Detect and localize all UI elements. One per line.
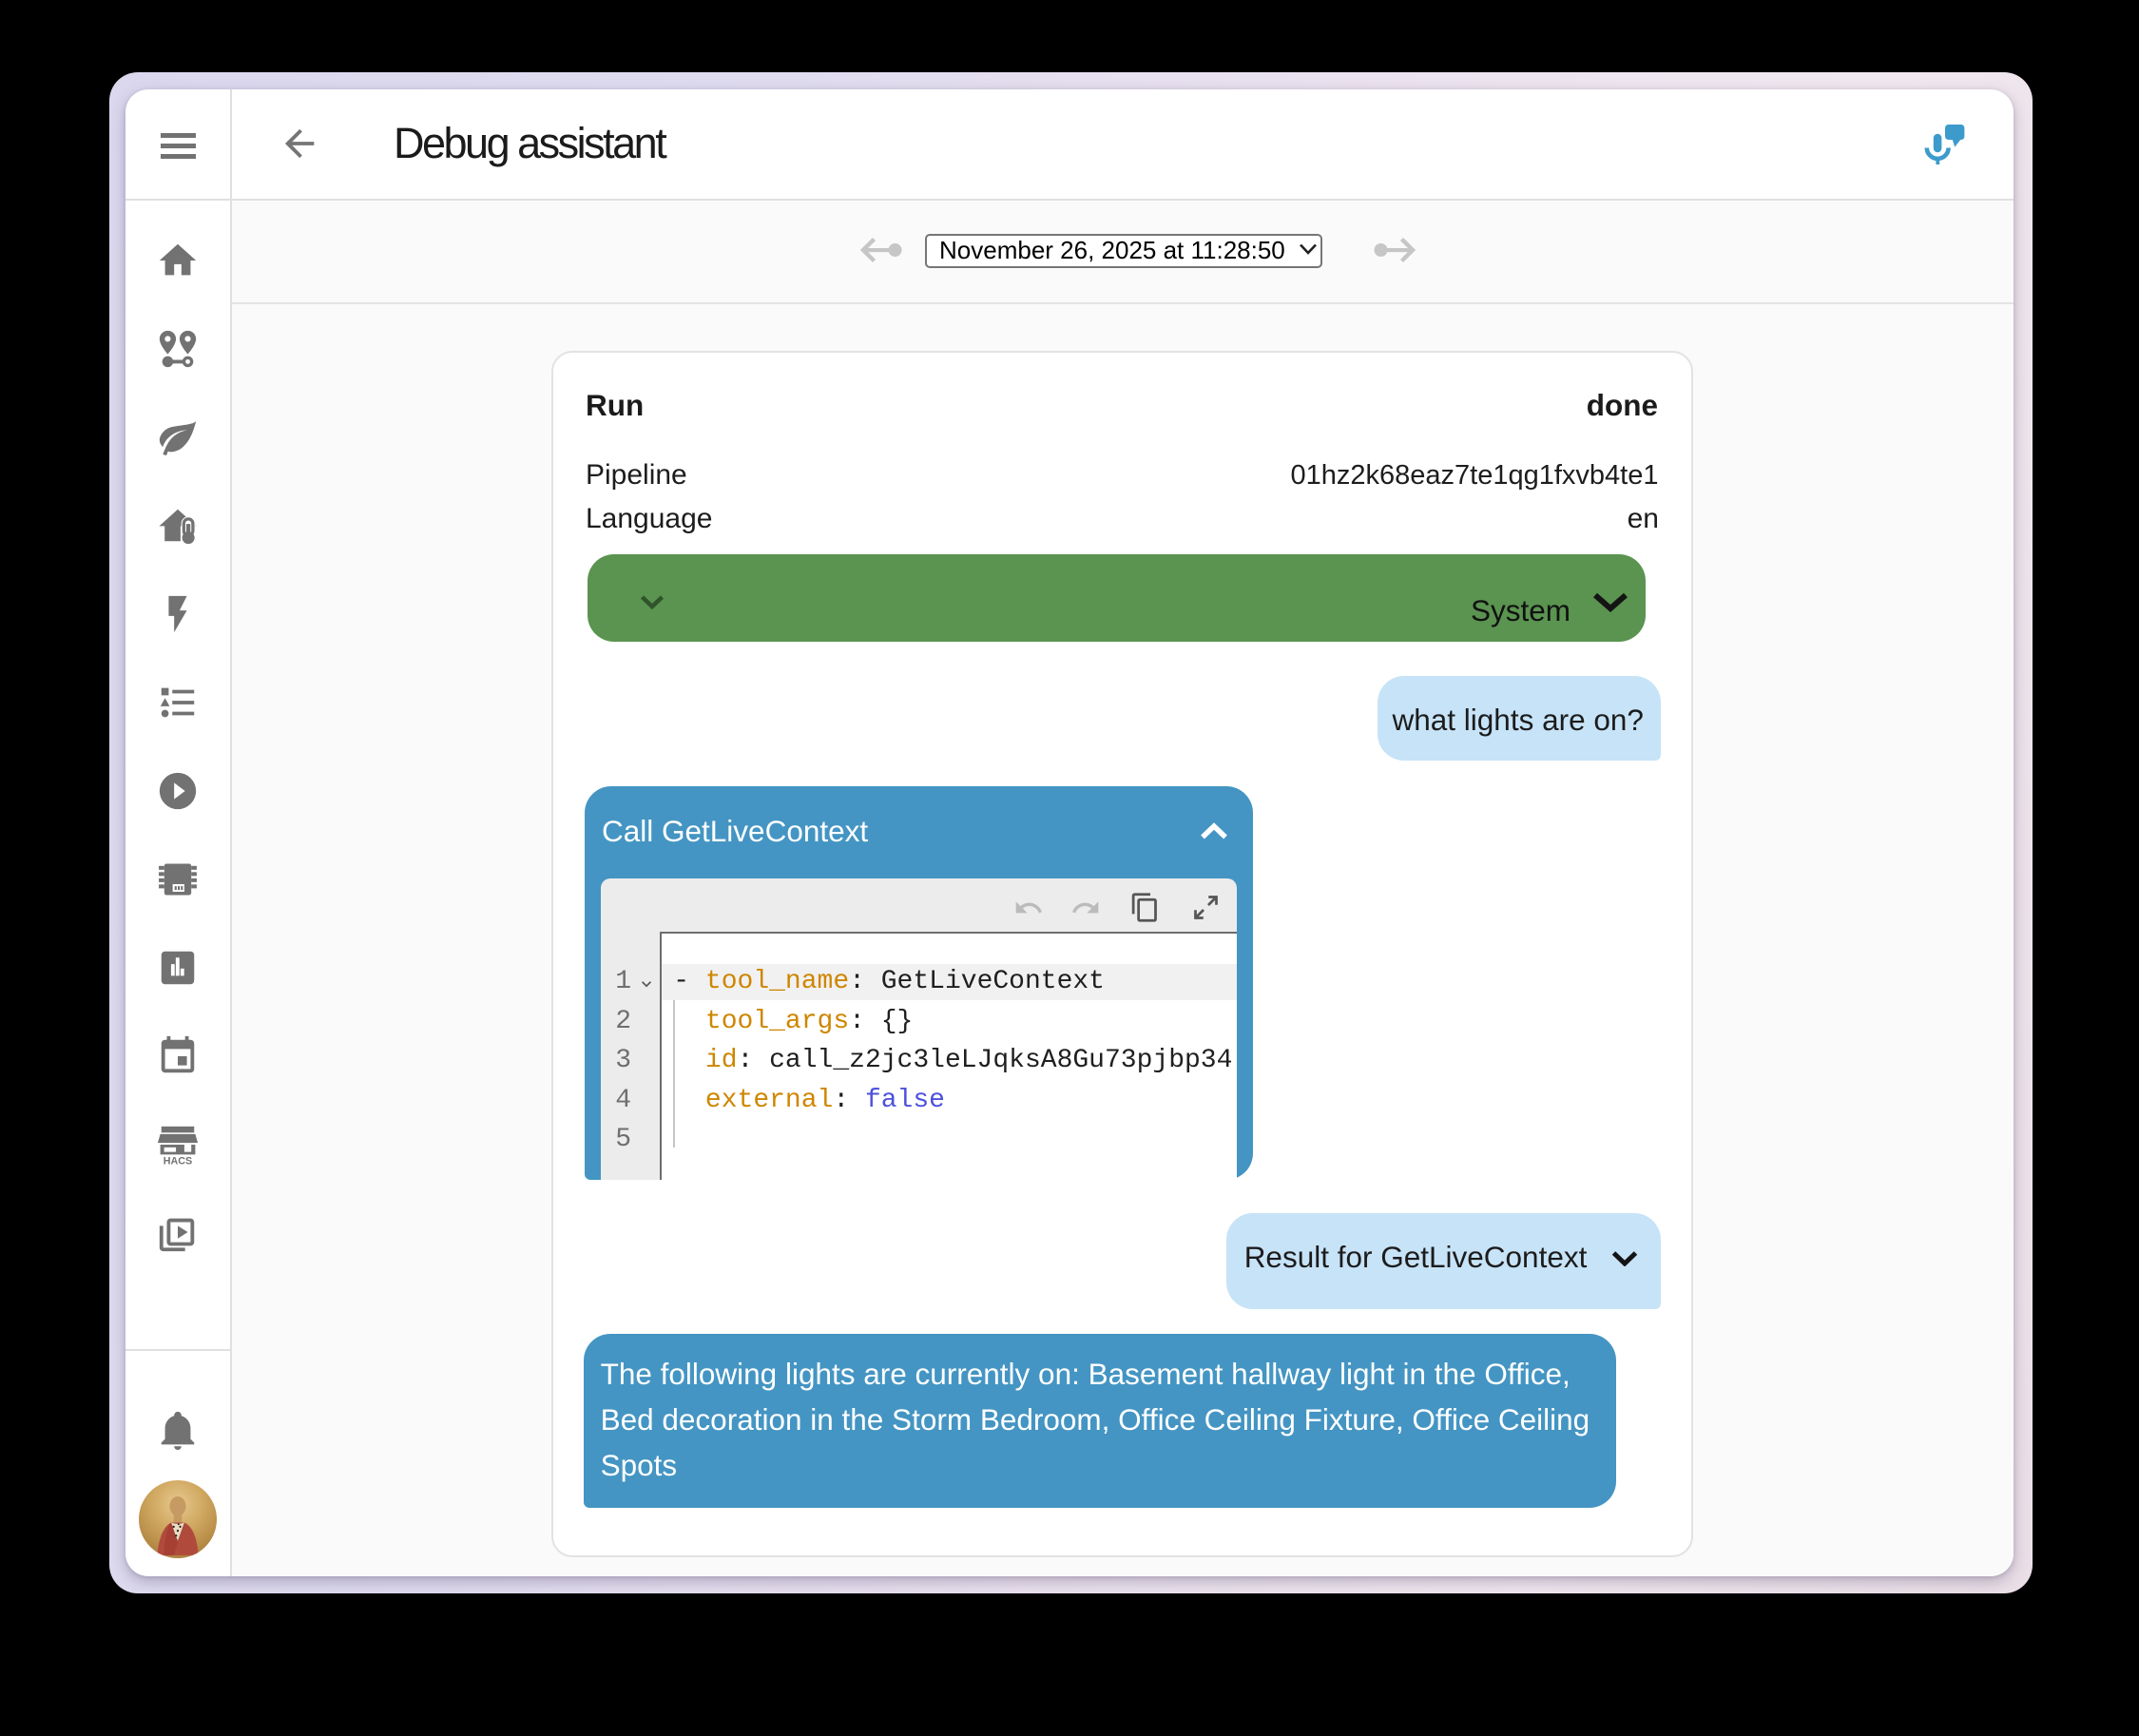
svg-text:HACS: HACS: [164, 1155, 192, 1167]
